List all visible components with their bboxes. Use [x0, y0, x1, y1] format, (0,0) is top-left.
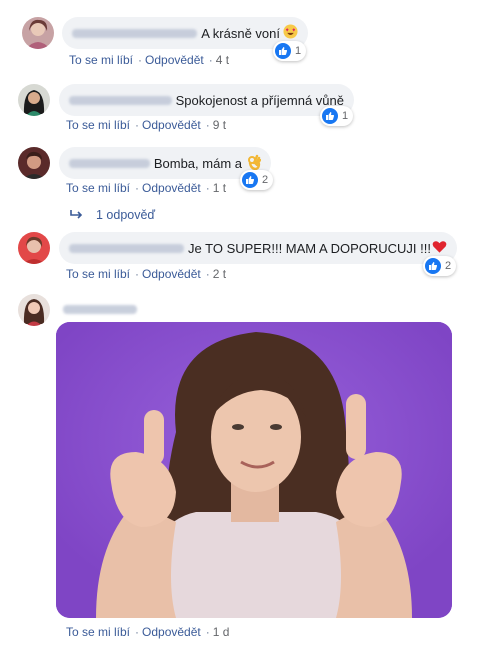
gif-image[interactable]	[56, 322, 452, 618]
like-reaction-icon	[242, 172, 258, 188]
comment-text: Je TO SUPER!!! MAM A DOPORUCUJI !!!	[188, 240, 431, 256]
avatar[interactable]	[18, 294, 50, 326]
reply-link[interactable]: Odpovědět	[142, 625, 201, 639]
avatar[interactable]	[18, 147, 50, 179]
reaction-count[interactable]: 2	[240, 170, 274, 190]
timestamp[interactable]: 1 t	[213, 181, 226, 195]
like-link[interactable]: To se mi líbí	[66, 267, 130, 281]
replies-count[interactable]: 1 odpověď	[96, 208, 155, 222]
comment-bubble: Spokojenost a příjemná vůně	[59, 84, 354, 116]
reaction-count[interactable]: 1	[320, 106, 354, 126]
comment-bubble: A krásně voní	[62, 17, 308, 49]
avatar[interactable]	[18, 84, 50, 116]
reply-link[interactable]: Odpovědět	[142, 181, 201, 195]
comment-bubble: Bomba, mám a	[59, 147, 271, 179]
reply-link[interactable]: Odpovědět	[145, 53, 204, 67]
like-link[interactable]: To se mi líbí	[69, 53, 133, 67]
author-name-blurred[interactable]	[69, 95, 172, 105]
comment-actions: To se mi líbí · Odpovědět · 1 d	[66, 625, 230, 639]
reaction-count[interactable]: 1	[273, 41, 307, 61]
avatar[interactable]	[22, 17, 54, 49]
reply-arrow-icon	[70, 208, 84, 222]
comment-bubble: Je TO SUPER!!! MAM A DOPORUCUJI !!!	[59, 232, 457, 264]
like-link[interactable]: To se mi líbí	[66, 625, 130, 639]
like-reaction-icon	[322, 108, 338, 124]
comment-actions: To se mi líbí · Odpovědět · 2 t	[66, 267, 227, 281]
reply-link[interactable]: Odpovědět	[142, 118, 201, 132]
reaction-count[interactable]: 2	[423, 256, 457, 276]
author-name-blurred[interactable]	[72, 28, 198, 38]
comment-text: Spokojenost a příjemná vůně	[175, 92, 344, 108]
reply-link[interactable]: Odpovědět	[142, 267, 201, 281]
comment-actions: To se mi líbí · Odpovědět · 4 t	[69, 53, 230, 67]
timestamp[interactable]: 9 t	[213, 118, 226, 132]
like-reaction-icon	[275, 43, 291, 59]
timestamp[interactable]: 2 t	[213, 267, 226, 281]
like-link[interactable]: To se mi líbí	[66, 118, 130, 132]
comment-actions: To se mi líbí · Odpovědět · 9 t	[66, 118, 227, 132]
red-heart-emoji-icon	[432, 240, 447, 257]
comment-actions: To se mi líbí · Odpovědět · 1 t	[66, 181, 227, 195]
comment-text: A krásně voní	[201, 25, 280, 41]
author-name-blurred[interactable]	[69, 158, 150, 168]
like-reaction-icon	[425, 258, 441, 274]
avatar[interactable]	[18, 232, 50, 264]
like-link[interactable]: To se mi líbí	[66, 181, 130, 195]
timestamp[interactable]: 4 t	[216, 53, 229, 67]
view-replies-link[interactable]: 1 odpověď	[70, 208, 155, 222]
timestamp[interactable]: 1 d	[213, 625, 230, 639]
author-name-blurred[interactable]	[63, 305, 137, 314]
comment-text: Bomba, mám a	[153, 155, 242, 171]
author-name-blurred[interactable]	[69, 243, 185, 253]
heart-eyes-emoji-icon	[283, 24, 298, 42]
